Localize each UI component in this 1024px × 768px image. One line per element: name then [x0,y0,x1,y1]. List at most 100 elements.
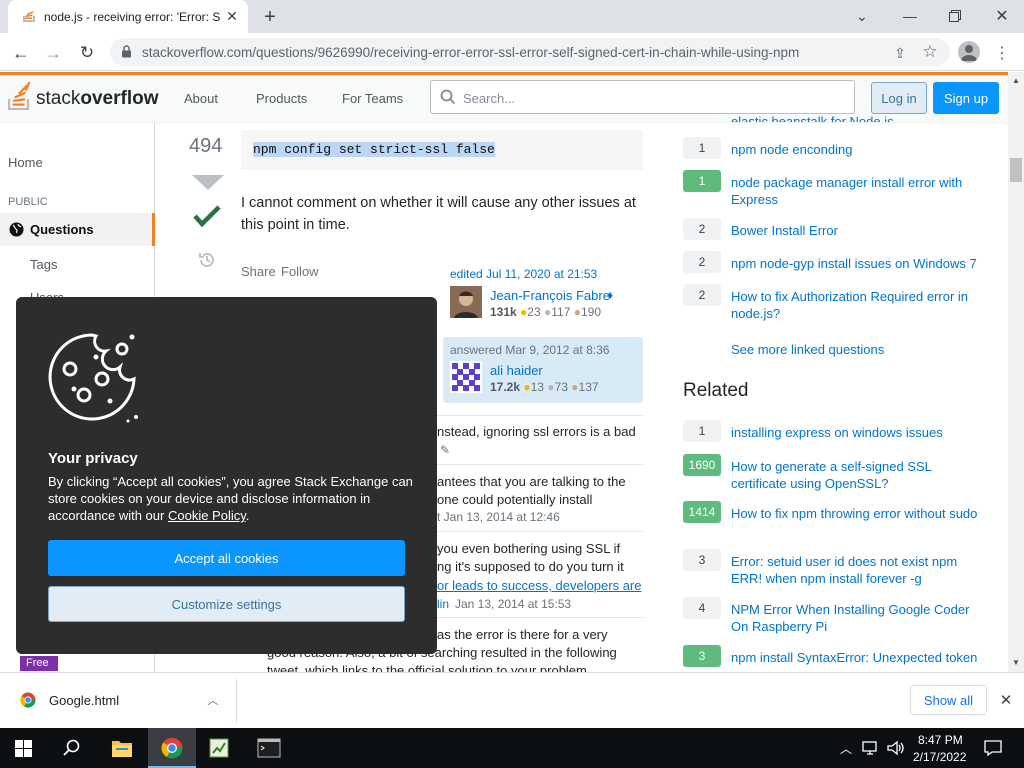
author-bronze: 137 [578,380,599,394]
linked-title-1[interactable]: npm node enconding [731,141,981,158]
downvote-icon[interactable] [191,174,225,191]
taskbar-search-icon[interactable] [63,739,81,757]
download-chevron-up-icon[interactable]: ︿ [204,691,222,709]
tab-close-icon[interactable]: ✕ [224,8,240,24]
comment-3-date: Jan 13, 2014 at 15:53 [455,597,572,611]
file-explorer-icon[interactable] [111,738,133,758]
linked-title-4[interactable]: npm node-gyp install issues on Windows 7 [731,255,991,272]
lock-icon [121,45,132,58]
nav-products[interactable]: Products [256,91,307,106]
customize-label: Customize settings [171,596,282,612]
see-more-linked-link[interactable]: See more linked questions [731,342,884,357]
scroll-up-arrow-icon[interactable]: ▲ [1010,74,1022,86]
accept-all-cookies-button[interactable]: Accept all cookies [48,540,405,576]
related-title-6[interactable]: npm install SyntaxError: Unexpected toke… [731,649,981,671]
forward-icon[interactable]: → [42,42,64,64]
free-badge: Free [20,656,58,671]
windows-taskbar: ︿ 8:47 PM 2/17/2022 [0,728,1024,768]
address-bar[interactable]: stackoverflow.com/questions/9626990/rece… [110,38,950,66]
linked-title-2[interactable]: node package manager install error with … [731,174,981,208]
browser-menu-icon[interactable]: ⋮ [994,42,1010,64]
scrollbar-thumb[interactable] [1010,158,1022,182]
related-title-2[interactable]: How to generate a self-signed SSL certif… [731,458,981,492]
tab-search-chevron-icon[interactable]: ⌄ [852,6,872,26]
editor-name[interactable]: Jean-François Fabre [490,288,610,303]
minimize-icon[interactable]: — [900,6,920,26]
clock-time[interactable]: 8:47 PM [918,733,963,747]
browser-tab[interactable]: node.js - receiving error: 'Error: S ✕ [8,0,248,33]
comment-2-line-1: antees that you are talking to the [437,474,626,489]
spreadsheet-app-icon[interactable] [208,737,230,759]
author-silver: 73 [554,380,568,394]
share-link[interactable]: Share [241,264,276,279]
comment-edit-pencil-icon[interactable]: ✎ [440,443,450,457]
cookie-policy-link[interactable]: Cookie Policy [168,508,246,523]
volume-icon[interactable] [887,740,905,756]
comment-2-date: t Jan 13, 2014 at 12:46 [437,510,560,524]
logo-text-stack: stack [36,88,81,109]
login-button[interactable]: Log in [871,82,927,114]
nav-for-teams[interactable]: For Teams [342,91,403,106]
page-scrollbar[interactable]: ▲ ▼ [1008,72,1024,672]
edited-timestamp[interactable]: edited Jul 11, 2020 at 21:53 [450,267,597,281]
share-icon[interactable]: ⇪ [890,43,910,63]
comment-3-link[interactable]: or leads to success, developers are [437,578,642,593]
windows-start-icon[interactable] [15,740,32,757]
chrome-file-icon [20,692,36,708]
related-title-5[interactable]: NPM Error When Installing Google Coder O… [731,601,981,635]
download-filename[interactable]: Google.html [49,693,119,708]
author-avatar[interactable] [450,361,482,393]
comment-4-line-1: as the error is there for a very [437,627,608,642]
stackoverflow-logo[interactable]: stackoverflow [8,80,159,114]
scroll-down-arrow-icon[interactable]: ▼ [1010,656,1022,668]
follow-link[interactable]: Follow [281,264,319,279]
back-icon[interactable]: ← [10,42,32,64]
linked-item-partial[interactable]: elastic beanstalk for Node.js [731,114,894,122]
related-title-3[interactable]: How to fix npm throwing error without su… [731,505,981,522]
accepted-checkmark-icon [193,204,221,228]
tray-chevron-up-icon[interactable]: ︿ [838,740,854,756]
author-name[interactable]: ali haider [490,363,543,378]
related-count-2: 1690 [683,454,721,476]
linked-title-5[interactable]: How to fix Authorization Required error … [731,288,981,322]
comment-3-user[interactable]: lin [437,597,449,611]
answer-score: 494 [189,135,223,157]
editor-avatar[interactable] [450,286,482,318]
related-title-4[interactable]: Error: setuid user id does not exist npm… [731,553,981,587]
related-count-6: 3 [683,645,721,667]
network-icon[interactable] [862,740,880,756]
sidebar-questions-label: Questions [30,222,94,237]
close-window-icon[interactable]: ✕ [992,6,1012,26]
bookmark-star-icon[interactable]: ☆ [920,42,940,62]
signup-label: Sign up [943,90,989,106]
linked-count-3: 2 [683,218,721,240]
notifications-icon[interactable] [984,739,1002,757]
restore-icon[interactable] [949,9,961,22]
tab-title: node.js - receiving error: 'Error: S [44,10,221,24]
reload-icon[interactable]: ↻ [76,42,98,64]
sidebar-item-tags[interactable]: Tags [30,257,57,272]
login-label: Log in [881,90,917,106]
sidebar-item-questions[interactable]: Questions [0,213,155,246]
accept-label: Accept all cookies [174,550,279,566]
new-tab-icon[interactable]: + [258,5,282,29]
show-all-downloads-button[interactable]: Show all [910,685,987,715]
answered-timestamp: answered Mar 9, 2012 at 8:36 [450,343,610,357]
linked-title-3[interactable]: Bower Install Error [731,222,981,239]
history-icon[interactable] [197,250,217,270]
comment-4-line-3: tweet, which links to the official solut… [267,663,587,672]
sidebar-item-home[interactable]: Home [8,155,43,170]
linked-count-2: 1 [683,170,721,192]
logo-text-overflow: overflow [80,88,159,109]
clock-date[interactable]: 2/17/2022 [913,750,966,764]
chrome-taskbar-button[interactable] [148,728,196,768]
site-search-input[interactable]: Search... [430,80,855,114]
bronze-badge-icon: ● [571,380,579,394]
nav-about[interactable]: About [184,91,218,106]
close-download-bar-icon[interactable]: ✕ [998,691,1014,709]
signup-button[interactable]: Sign up [933,82,999,114]
terminal-icon[interactable] [257,738,281,758]
customize-settings-button[interactable]: Customize settings [48,586,405,622]
related-title-1[interactable]: installing express on windows issues [731,424,981,441]
profile-avatar-icon[interactable] [958,41,980,63]
